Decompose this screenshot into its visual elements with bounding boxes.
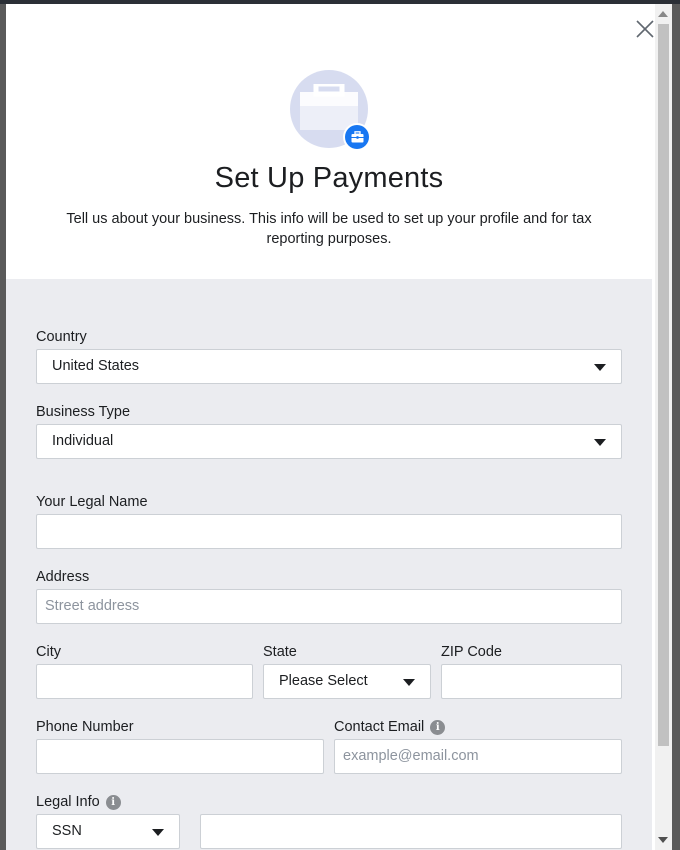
scrollbar-thumb[interactable] <box>658 24 669 746</box>
city-input[interactable] <box>36 664 253 699</box>
address-placeholder: Street address <box>45 598 140 614</box>
info-icon[interactable]: i <box>430 719 446 735</box>
contact-email-label: Contact Email i <box>334 719 446 735</box>
dialog-subtitle: Tell us about your business. This info w… <box>66 211 592 247</box>
dialog-title: Set Up Payments <box>214 162 444 194</box>
legal-info-number-input[interactable] <box>200 814 622 849</box>
legal-info-label-text: Legal Info <box>36 794 100 810</box>
legal-info-type-value: SSN <box>52 823 82 839</box>
address-input[interactable]: Street address <box>36 589 622 624</box>
caret-down-icon <box>594 364 606 371</box>
country-label: Country <box>36 329 87 345</box>
scroll-down-arrow-icon[interactable] <box>658 837 668 843</box>
scroll-up-arrow-icon[interactable] <box>658 11 668 17</box>
close-icon[interactable] <box>634 18 656 40</box>
zip-code-label: ZIP Code <box>441 644 502 660</box>
caret-down-icon <box>594 439 606 446</box>
legal-info-type-select[interactable]: SSN <box>36 814 180 849</box>
payment-form: Country United States Business Type Indi… <box>6 279 652 850</box>
dialog-header: Set Up Payments Tell us about your busin… <box>6 4 652 279</box>
background-page-edge-right <box>672 4 680 850</box>
dialog-scrollbar[interactable] <box>655 4 672 850</box>
set-up-payments-dialog: Set Up Payments Tell us about your busin… <box>6 4 672 850</box>
state-value: Please Select <box>279 673 368 689</box>
legal-info-label: Legal Info i <box>36 794 121 810</box>
business-type-label: Business Type <box>36 404 131 420</box>
country-value: United States <box>52 358 140 374</box>
briefcase-badge <box>343 123 371 151</box>
phone-number-input[interactable] <box>36 739 324 774</box>
zip-code-input[interactable] <box>441 664 622 699</box>
state-label: State <box>263 644 297 660</box>
caret-down-icon <box>403 679 415 686</box>
contact-email-input[interactable]: example@email.com <box>334 739 622 774</box>
close-button[interactable] <box>634 18 656 40</box>
legal-name-label: Your Legal Name <box>36 494 148 510</box>
legal-name-input[interactable] <box>36 514 622 549</box>
caret-down-icon <box>152 829 164 836</box>
briefcase-icon <box>351 131 363 143</box>
phone-number-label: Phone Number <box>36 719 134 735</box>
country-select[interactable]: United States <box>36 349 622 384</box>
business-type-value: Individual <box>52 433 114 449</box>
contact-email-placeholder: example@email.com <box>343 748 479 764</box>
city-label: City <box>36 644 61 660</box>
contact-email-label-text: Contact Email <box>334 719 425 735</box>
address-label: Address <box>36 569 90 585</box>
business-type-select[interactable]: Individual <box>36 424 622 459</box>
info-icon[interactable]: i <box>105 794 121 810</box>
state-select[interactable]: Please Select <box>263 664 431 699</box>
